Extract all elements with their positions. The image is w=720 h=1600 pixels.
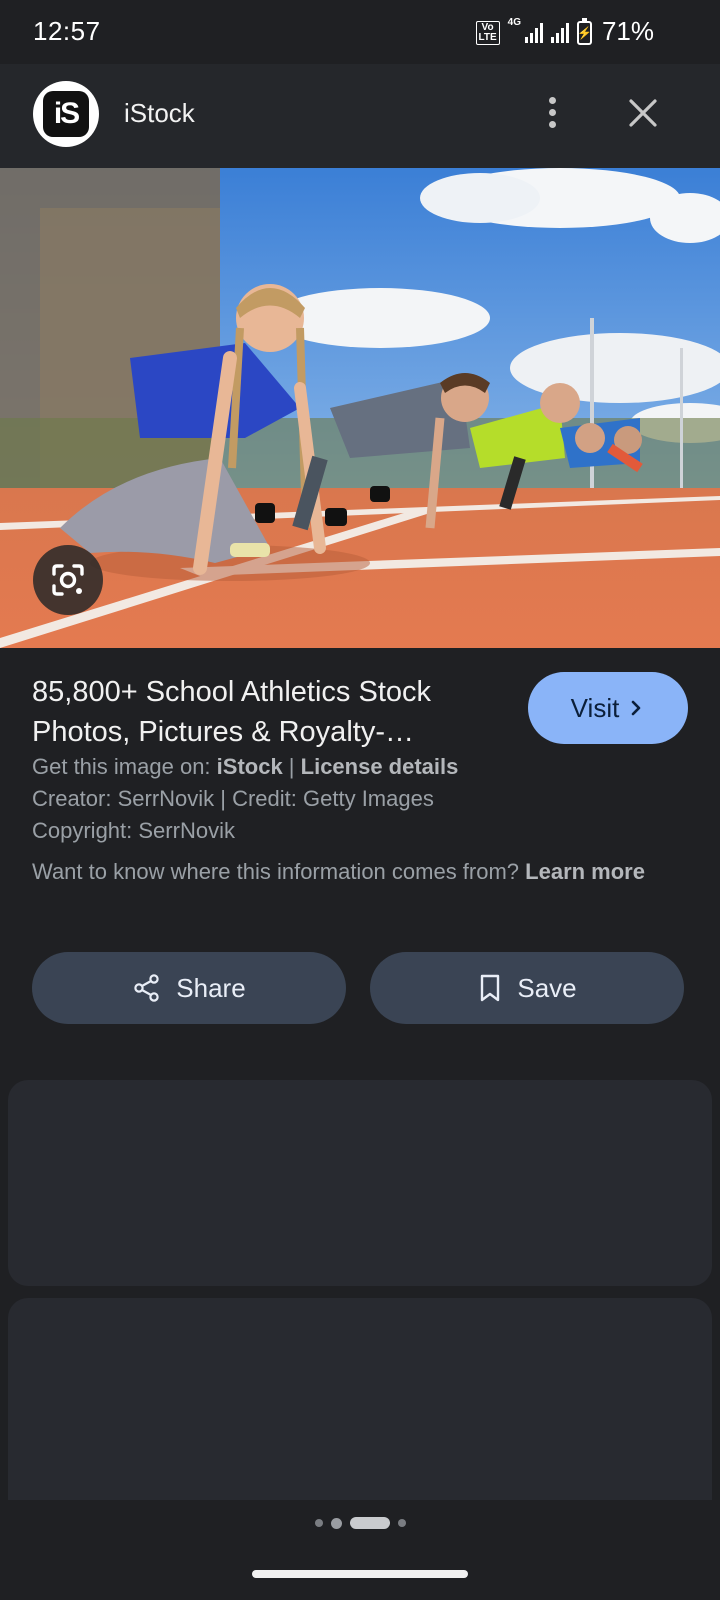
share-label: Share [176,972,246,1003]
source-separator: | [282,754,301,779]
license-details-link[interactable]: License details [301,754,459,779]
volte-bottom-label: LTE [478,32,497,43]
chevron-right-icon [632,700,641,716]
learn-more-link[interactable]: Learn more [525,859,645,884]
save-label: Save [517,972,577,1003]
more-vert-icon[interactable] [540,92,564,132]
hero-image[interactable] [0,168,720,648]
page-indicator [0,1517,720,1529]
source-line: Get this image on: iStock | License deta… [32,752,458,782]
share-icon [134,974,159,1002]
creator-line: Creator: SerrNovik | Credit: Getty Image… [32,786,434,811]
page-dot-active [349,1517,390,1529]
result-title[interactable]: 85,800+ School Athletics Stock Photos, P… [32,672,510,752]
related-results-card [8,1080,712,1286]
save-button[interactable]: Save [370,952,684,1024]
network-type: 4G [507,17,521,28]
signal-icon-2 [551,23,569,43]
battery-percent: 71% [601,16,654,46]
signal-icon-1 [525,23,543,43]
page-dot [397,1519,406,1527]
related-results-card [8,1298,712,1508]
info-question: Want to know where this information come… [32,859,526,884]
google-lens-icon [52,564,84,596]
status-icons: Vo LTE 4G ⚡ [475,17,592,48]
battery-charging-icon: ⚡ [577,18,592,45]
status-bar: 12:57 Vo LTE 4G ⚡ 71% [0,0,720,64]
bookmark-icon [481,974,500,1002]
visit-button[interactable]: Visit [528,672,688,744]
volte-icon: Vo LTE [475,21,500,45]
page-dot [314,1519,323,1527]
page-dot [330,1517,342,1529]
site-name: iStock [124,98,195,128]
source-prefix: Get this image on: [32,754,217,779]
header: iS iStock [0,64,720,168]
info-source-text: Want to know where this information come… [32,856,672,888]
share-button[interactable]: Share [32,952,346,1024]
status-time: 12:57 [33,16,101,46]
site-logo-mark: iS [43,91,89,137]
copyright-line: Copyright: SerrNovik [32,818,235,843]
site-logo: iS [33,81,99,147]
home-indicator[interactable] [252,1570,468,1578]
source-link[interactable]: iStock [217,754,283,779]
google-lens-button[interactable] [33,545,103,615]
close-icon[interactable] [627,97,659,129]
visit-label: Visit [570,692,620,723]
